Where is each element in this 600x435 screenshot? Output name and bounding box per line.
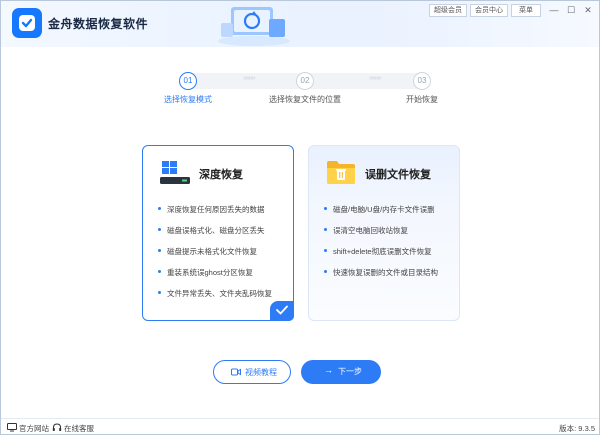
close-icon[interactable]: ✕ xyxy=(581,4,595,17)
step-3-number: 03 xyxy=(413,72,431,90)
official-website-link[interactable]: 官方网站 xyxy=(19,423,49,434)
maximize-icon[interactable]: ☐ xyxy=(564,4,578,17)
list-item: shift+delete彻底误删文件恢复 xyxy=(324,246,438,267)
menu-button[interactable]: 菜单 xyxy=(511,4,541,17)
arrow-right-icon: → xyxy=(324,365,333,375)
list-item: 文件异常丢失、文件夹乱码恢复 xyxy=(158,288,272,309)
headset-icon xyxy=(52,423,62,431)
app-logo-icon xyxy=(12,8,42,38)
next-step-button[interactable]: → 下一步 xyxy=(301,360,381,384)
member-center-button[interactable]: 会员中心 xyxy=(470,4,508,17)
list-item: 磁盘误格式化、磁盘分区丢失 xyxy=(158,225,272,246)
list-item: 磁盘/电脑/U盘/内存卡文件误删 xyxy=(324,204,438,225)
windows-drive-icon xyxy=(160,161,190,184)
status-bar: 官方网站 在线客服 版本: 9.3.5 xyxy=(1,418,599,434)
list-item: 深度恢复任何原因丢失的数据 xyxy=(158,204,272,225)
app-window: 金舟数据恢复软件 超级会员 会员中心 菜单 — ☐ ✕ »»»» »»»» 01… xyxy=(0,0,600,435)
list-item: 快速恢复误删的文件或目录结构 xyxy=(324,267,438,288)
selected-check-icon xyxy=(270,301,294,321)
online-support-link[interactable]: 在线客服 xyxy=(64,423,94,434)
video-tutorial-label: 视频教程 xyxy=(245,368,277,377)
video-camera-icon xyxy=(231,368,241,376)
title-bar: 金舟数据恢复软件 超级会员 会员中心 菜单 — ☐ ✕ xyxy=(1,1,599,47)
minimize-icon[interactable]: — xyxy=(547,4,561,17)
app-title: 金舟数据恢复软件 xyxy=(48,17,149,31)
list-item: 磁盘提示未格式化文件恢复 xyxy=(158,246,272,267)
folder-trash-icon xyxy=(327,161,355,184)
step-2-number: 02 xyxy=(296,72,314,90)
deleted-file-recovery-card[interactable]: 误删文件恢复 磁盘/电脑/U盘/内存卡文件误删 误清空电脑回收站恢复 shift… xyxy=(308,145,460,321)
version-label: 版本: 9.3.5 xyxy=(559,424,595,433)
next-step-label: 下一步 xyxy=(338,367,362,376)
step-1-label: 选择恢复模式 xyxy=(164,95,212,104)
step-2-label: 选择恢复文件的位置 xyxy=(269,95,341,104)
recovery-illustration-icon xyxy=(218,7,290,46)
deep-recovery-title: 深度恢复 xyxy=(199,169,243,181)
step-3-label: 开始恢复 xyxy=(406,95,438,104)
video-tutorial-button[interactable]: 视频教程 xyxy=(213,360,291,384)
step-1-number: 01 xyxy=(179,72,197,90)
step-arrows-icon: »»»» xyxy=(369,75,382,82)
deep-recovery-card[interactable]: 深度恢复 深度恢复任何原因丢失的数据 磁盘误格式化、磁盘分区丢失 磁盘提示未格式… xyxy=(142,145,294,321)
super-member-button[interactable]: 超级会员 xyxy=(429,4,467,17)
deleted-file-recovery-title: 误删文件恢复 xyxy=(365,169,431,181)
step-arrows-icon: »»»» xyxy=(243,75,256,82)
list-item: 误清空电脑回收站恢复 xyxy=(324,225,438,246)
deleted-file-recovery-list: 磁盘/电脑/U盘/内存卡文件误删 误清空电脑回收站恢复 shift+delete… xyxy=(324,204,438,288)
monitor-icon xyxy=(7,423,17,432)
list-item: 重装系统误ghost分区恢复 xyxy=(158,267,272,288)
deep-recovery-list: 深度恢复任何原因丢失的数据 磁盘误格式化、磁盘分区丢失 磁盘提示未格式化文件恢复… xyxy=(158,204,272,309)
